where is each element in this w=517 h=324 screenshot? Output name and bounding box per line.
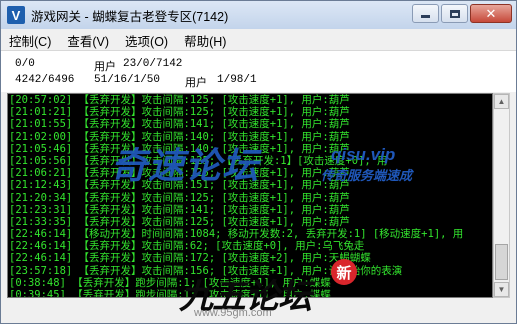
- minimize-icon: [421, 15, 430, 18]
- status-user-value-2: 1/98/1: [217, 74, 257, 86]
- menu-bar: 控制(C) 查看(V) 选项(O) 帮助(H): [1, 30, 516, 50]
- scroll-thumb[interactable]: [495, 244, 508, 280]
- maximize-icon: [449, 9, 460, 18]
- menu-view[interactable]: 查看(V): [67, 31, 109, 50]
- window-controls: ✕: [412, 4, 512, 23]
- status-connections: 0/0: [15, 58, 35, 70]
- app-icon: V: [7, 6, 25, 24]
- log-line: [20:57:02] 【丢弃开发】攻击间隔:125; [攻击速度+1], 用户:…: [9, 94, 350, 106]
- close-icon: ✕: [485, 6, 497, 21]
- title-bar[interactable]: V 游戏网关 - 蝴蝶复古老登专区(7142) ✕: [1, 1, 516, 29]
- status-traffic: 4242/6496: [15, 74, 75, 86]
- window-title: 游戏网关 - 蝴蝶复古老登专区(7142): [31, 9, 229, 24]
- log-line: [21:20:34] 【丢弃开发】攻击间隔:125; [攻击速度+1], 用户:…: [9, 191, 350, 204]
- log-line: [21:01:21] 【丢弃开发】攻击间隔:125; [攻击速度+1], 用户:…: [9, 106, 350, 119]
- watermark-url: qisu.vip: [331, 145, 396, 164]
- status-user-label: 用户: [94, 62, 116, 74]
- menu-help[interactable]: 帮助(H): [184, 31, 226, 50]
- log-scrollbar[interactable]: ▲ ▼: [493, 93, 510, 298]
- watermark-slogan: 传奇服务端速成: [321, 169, 413, 184]
- log-line: [21:01:55] 【丢弃开发】攻击间隔:141; [攻击速度+1], 用户:…: [9, 118, 350, 131]
- status-panel: 0/0 用户 23/0/7142 4242/6496 51/16/1/50 用户…: [1, 50, 516, 92]
- log-line: [22:46:14] 【丢弃开发】攻击间隔:62; [攻击速度+0], 用户:乌…: [9, 240, 365, 253]
- maximize-button[interactable]: [441, 4, 468, 23]
- status-user-label-2: 用户: [185, 78, 207, 90]
- status-counters: 51/16/1/50: [94, 74, 161, 86]
- app-window: V 游戏网关 - 蝴蝶复古老登专区(7142) ✕ 控制(C) 查看(V) 选项…: [0, 0, 517, 324]
- log-line: [22:46:14] 【丢弃开发】攻击间隔:172; [攻击速度+2], 用户:…: [9, 252, 371, 265]
- status-user-value: 23/0/7142: [123, 58, 183, 70]
- watermark-badge: 新: [331, 259, 357, 285]
- watermark-bottom-url: www.95gm.com: [194, 307, 272, 319]
- close-button[interactable]: ✕: [470, 4, 512, 23]
- menu-options[interactable]: 选项(O): [125, 31, 168, 50]
- log-line: [21:33:35] 【丢弃开发】攻击间隔:125; [攻击速度+1], 用户:…: [9, 215, 350, 228]
- log-console[interactable]: [20:57:02] 【丢弃开发】攻击间隔:125; [攻击速度+1], 用户:…: [7, 93, 493, 298]
- log-line: [21:23:31] 【丢弃开发】攻击间隔:141; [攻击速度+1], 用户:…: [9, 203, 350, 216]
- watermark-brand: 奇速论坛: [111, 146, 260, 187]
- scroll-down-icon[interactable]: ▼: [494, 282, 509, 297]
- scroll-up-icon[interactable]: ▲: [494, 94, 509, 109]
- log-line: [22:46:14] 【移动开发】时间间隔:1084; 移动开发数:2, 丢弃开…: [9, 228, 464, 241]
- minimize-button[interactable]: [412, 4, 439, 23]
- menu-control[interactable]: 控制(C): [9, 31, 51, 50]
